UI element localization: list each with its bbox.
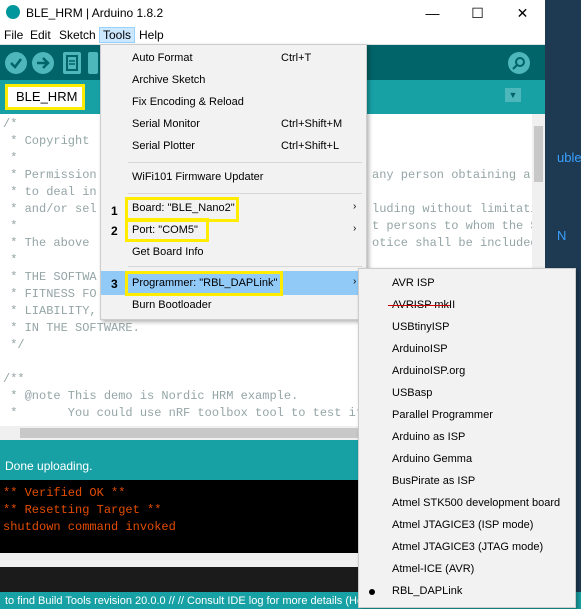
minimize-button[interactable]: — <box>410 0 455 26</box>
programmer-option[interactable]: USBtinyISP <box>392 321 449 333</box>
code-line: * The above <box>3 236 90 250</box>
code-line: any person obtaining a <box>372 168 531 182</box>
menu-separator <box>128 162 362 163</box>
upload-button[interactable] <box>32 52 54 74</box>
scrollbar-thumb[interactable] <box>534 126 543 182</box>
scrollbar-thumb[interactable] <box>20 428 360 438</box>
code-line: * @note This demo is Nordic HRM example. <box>3 389 299 403</box>
shortcut-label: Ctrl+T <box>281 52 312 64</box>
programmer-option-selected[interactable]: RBL_DAPLink <box>392 585 462 597</box>
magnifier-icon <box>512 57 525 70</box>
open-sketch-button[interactable] <box>88 52 98 74</box>
menu-board[interactable]: Board: "BLE_Nano2" <box>132 202 235 214</box>
programmer-option[interactable]: Arduino as ISP <box>392 431 465 443</box>
code-line: * to deal in <box>3 185 97 199</box>
programmer-option[interactable]: Arduino Gemma <box>392 453 472 465</box>
annotation-number: 2 <box>111 224 118 238</box>
code-line: * THE SOFTWA <box>3 270 97 284</box>
programmer-submenu <box>358 268 576 608</box>
programmer-option[interactable]: Atmel JTAGICE3 (ISP mode) <box>392 519 533 531</box>
code-line: * Permission <box>3 168 97 182</box>
tab-menu-button[interactable]: ▼ <box>505 88 521 102</box>
menu-serial-plotter[interactable]: Serial Plotter <box>132 140 195 152</box>
status-message: Done uploading. <box>5 459 93 473</box>
menu-programmer[interactable]: Programmer: "RBL_DAPLink" <box>132 277 277 289</box>
menu-edit[interactable]: Edit <box>27 27 54 43</box>
menu-wifi101-updater[interactable]: WiFi101 Firmware Updater <box>132 171 263 183</box>
check-icon <box>10 58 22 69</box>
code-line: * <box>3 219 18 233</box>
submenu-arrow-icon: › <box>353 201 357 212</box>
code-line: /* <box>3 117 18 131</box>
new-sketch-button[interactable] <box>63 52 81 74</box>
submenu-arrow-icon: › <box>353 223 357 234</box>
code-line: * <box>3 151 18 165</box>
programmer-option[interactable]: Parallel Programmer <box>392 409 493 421</box>
tab-ble-hrm[interactable]: BLE_HRM <box>5 84 85 110</box>
code-line: * FITNESS FO <box>3 287 97 301</box>
code-line: luding without limitatio <box>372 202 545 216</box>
code-line: * <box>3 253 18 267</box>
console-line: shutdown command invoked <box>3 520 176 534</box>
background-text: uble <box>557 150 581 165</box>
arduino-logo-icon <box>6 5 20 19</box>
shortcut-label: Ctrl+Shift+M <box>281 118 343 130</box>
menu-burn-bootloader[interactable]: Burn Bootloader <box>132 299 212 311</box>
programmer-option[interactable]: AVR ISP <box>392 277 435 289</box>
radio-selected-icon <box>369 589 375 595</box>
verify-button[interactable] <box>5 52 27 74</box>
code-line: * LIABILITY, <box>3 304 97 318</box>
code-line: * IN THE SOFTWARE. <box>3 321 140 335</box>
menu-separator <box>128 266 362 267</box>
menu-archive-sketch[interactable]: Archive Sketch <box>132 74 205 86</box>
programmer-option[interactable]: Atmel JTAGICE3 (JTAG mode) <box>392 541 543 553</box>
code-line: t persons to whom the So <box>372 219 545 233</box>
code-line: */ <box>3 338 25 352</box>
code-line: * and/or sel <box>3 202 97 216</box>
menu-serial-monitor[interactable]: Serial Monitor <box>132 118 200 130</box>
close-button[interactable]: ✕ <box>500 0 545 26</box>
background-text: N <box>557 228 567 243</box>
programmer-option[interactable]: Atmel-ICE (AVR) <box>392 563 474 575</box>
annotation-number: 1 <box>111 204 118 218</box>
programmer-option[interactable]: ArduinoISP <box>392 343 448 355</box>
programmer-option[interactable]: BusPirate as ISP <box>392 475 475 487</box>
menu-fix-encoding[interactable]: Fix Encoding & Reload <box>132 96 244 108</box>
code-line: * Copyright <box>3 134 90 148</box>
strikethrough-mark <box>388 305 450 306</box>
shortcut-label: Ctrl+Shift+L <box>281 140 340 152</box>
arrow-right-icon <box>37 57 50 69</box>
menu-port[interactable]: Port: "COM5" <box>132 224 198 236</box>
document-icon <box>66 55 78 71</box>
menu-sketch[interactable]: Sketch <box>56 27 99 43</box>
console-line: ** Resetting Target ** <box>3 503 162 517</box>
annotation-number: 3 <box>111 277 118 291</box>
programmer-option[interactable]: ArduinoISP.org <box>392 365 465 377</box>
menu-get-board-info[interactable]: Get Board Info <box>132 246 204 258</box>
submenu-arrow-icon: › <box>353 276 357 287</box>
console-line: ** Verified OK ** <box>3 486 126 500</box>
menu-file[interactable]: File <box>1 27 26 43</box>
menu-tools[interactable]: Tools <box>99 27 136 43</box>
menu-help[interactable]: Help <box>136 27 167 43</box>
serial-monitor-button[interactable] <box>508 52 530 74</box>
window-title: BLE_HRM | Arduino 1.8.2 <box>26 6 164 20</box>
menu-auto-format[interactable]: Auto Format <box>132 52 193 64</box>
code-line: * You could use nRF toolbox tool to test… <box>3 406 364 420</box>
maximize-button[interactable]: ☐ <box>455 0 500 26</box>
code-line: /** <box>3 372 25 386</box>
programmer-option[interactable]: Atmel STK500 development board <box>392 497 560 509</box>
code-line: otice shall be included <box>372 236 538 250</box>
programmer-option[interactable]: USBasp <box>392 387 432 399</box>
menu-separator <box>128 193 362 194</box>
